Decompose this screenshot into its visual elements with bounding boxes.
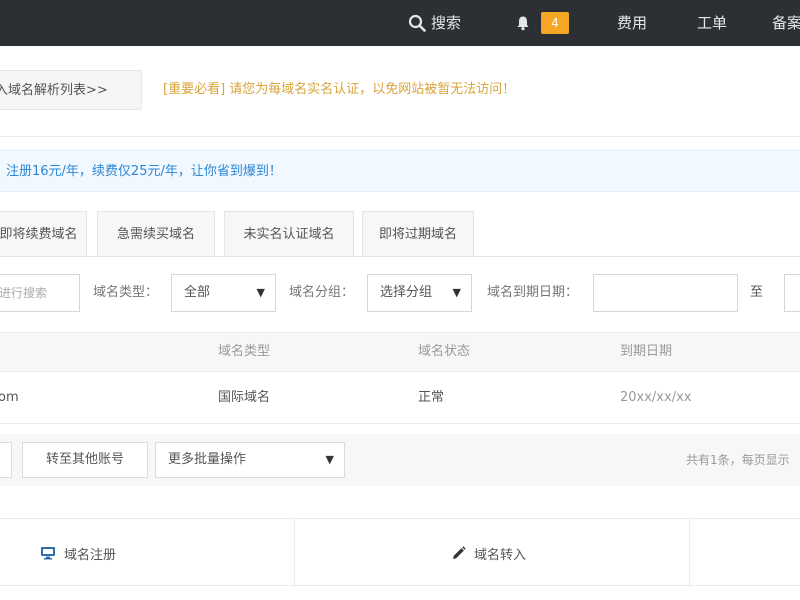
domain-transfer-in-label: 域名转入 bbox=[474, 547, 527, 563]
top-nav-fee[interactable]: 费用 bbox=[617, 0, 647, 46]
enter-dns-list-button[interactable]: 入域名解析列表>> bbox=[0, 70, 142, 110]
more-bulk-ops-select[interactable]: 更多批量操作 ▼ bbox=[155, 442, 345, 478]
table-header: 域名类型 域名状态 到期日期 bbox=[0, 332, 800, 372]
notification-badge: 4 bbox=[541, 12, 569, 34]
expiry-end-date-input[interactable] bbox=[784, 274, 800, 312]
monitor-icon bbox=[41, 547, 55, 560]
domain-group-label: 域名分组： bbox=[289, 285, 355, 300]
select-all-checkbox[interactable] bbox=[0, 442, 12, 478]
caret-down-icon: ▼ bbox=[452, 286, 461, 299]
tab-unverified[interactable]: 未实名认证域名 bbox=[224, 211, 354, 257]
pagination-summary: 共有1条，每页显示 bbox=[686, 453, 790, 467]
hint-row: 入域名解析列表>> [重要必看] 请您为每域名实名认证，以免网站被暂无法访问！ bbox=[0, 70, 800, 110]
expiry-date-label: 域名到期日期： bbox=[487, 285, 579, 300]
col-domain-type: 域名类型 bbox=[218, 344, 271, 359]
promo-text[interactable]: 注册16元/年，续费仅25元/年，让你省到爆到！ bbox=[6, 151, 282, 193]
domain-register-label: 域名注册 bbox=[64, 547, 117, 563]
cell-expiry-date: 20xx/xx/xx bbox=[620, 390, 692, 405]
cell-domain-type: 国际域名 bbox=[218, 390, 271, 405]
transfer-account-button[interactable]: 转至其他账号 bbox=[22, 442, 148, 478]
cell-domain-name[interactable]: om bbox=[0, 372, 19, 424]
domain-type-label: 域名类型： bbox=[93, 285, 159, 300]
top-search-label: 搜索 bbox=[431, 14, 462, 32]
cell-domain-status: 正常 bbox=[418, 390, 445, 405]
keyword-search-input[interactable] bbox=[0, 274, 80, 312]
domain-group-value: 选择分组 bbox=[380, 285, 433, 300]
domain-group-select[interactable]: 选择分组 ▼ bbox=[367, 274, 472, 312]
search-icon bbox=[408, 14, 426, 32]
quick-actions-row: 域名注册 域名转入 bbox=[0, 518, 800, 587]
top-nav-beian[interactable]: 备案 bbox=[772, 0, 800, 46]
promo-banner: 注册16元/年，续费仅25元/年，让你省到爆到！ bbox=[0, 150, 800, 192]
tab-expiring[interactable]: 即将过期域名 bbox=[362, 211, 474, 257]
domain-transfer-in-action[interactable]: 域名转入 bbox=[451, 519, 526, 587]
action-separator bbox=[294, 519, 295, 587]
action-separator bbox=[689, 519, 690, 587]
caret-down-icon: ▼ bbox=[325, 453, 334, 466]
tabs-underline bbox=[0, 256, 800, 257]
pencil-icon bbox=[453, 545, 466, 559]
bulk-actions-row: 转至其他账号 更多批量操作 ▼ 共有1条，每页显示 bbox=[0, 434, 800, 486]
tab-renew-soon[interactable]: 即将续费域名 bbox=[0, 211, 87, 257]
domain-type-value: 全部 bbox=[184, 285, 211, 300]
col-expiry-date: 到期日期 bbox=[620, 344, 673, 359]
bell-icon bbox=[517, 16, 529, 31]
realname-warning[interactable]: [重要必看] 请您为每域名实名认证，以免网站被暂无法访问！ bbox=[163, 70, 515, 110]
caret-down-icon: ▼ bbox=[256, 286, 265, 299]
date-range-to-label: 至 bbox=[750, 285, 764, 300]
notifications[interactable]: 4 bbox=[515, 0, 569, 46]
filter-row: 域名类型： 全部 ▼ 域名分组： 选择分组 ▼ 域名到期日期： 至 bbox=[0, 274, 800, 312]
col-domain-status: 域名状态 bbox=[418, 344, 471, 359]
more-bulk-ops-value: 更多批量操作 bbox=[168, 452, 247, 467]
domain-type-select[interactable]: 全部 ▼ bbox=[171, 274, 276, 312]
top-nav-order[interactable]: 工单 bbox=[697, 0, 727, 46]
domain-register-action[interactable]: 域名注册 bbox=[40, 519, 116, 587]
domain-tabs: 即将续费域名 急需续买域名 未实名认证域名 即将过期域名 bbox=[0, 211, 800, 257]
tab-urgent-renew[interactable]: 急需续买域名 bbox=[97, 211, 215, 257]
table-row[interactable]: om 国际域名 正常 20xx/xx/xx bbox=[0, 372, 800, 424]
top-search[interactable]: 搜索 bbox=[408, 0, 461, 46]
top-navbar: 搜索 4 费用 工单 备案 bbox=[0, 0, 800, 46]
expiry-start-date-input[interactable] bbox=[593, 274, 738, 312]
section-divider bbox=[0, 136, 800, 137]
